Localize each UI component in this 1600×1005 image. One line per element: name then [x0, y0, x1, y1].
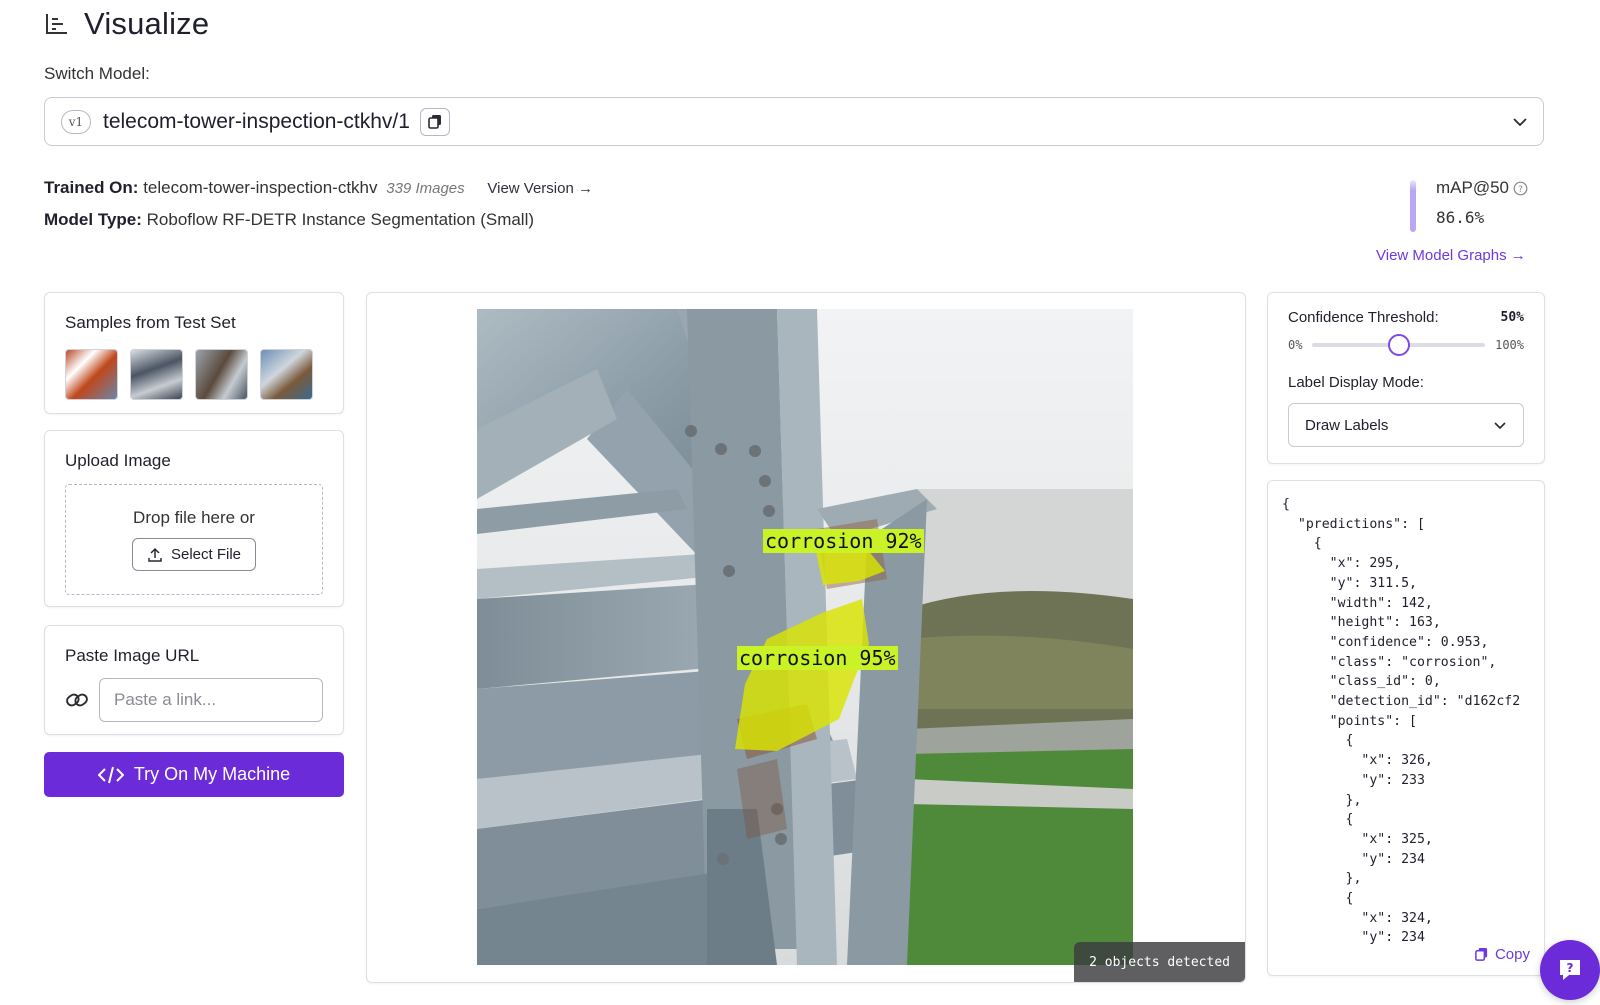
map-label: mAP@50	[1436, 178, 1510, 197]
copy-model-button[interactable]	[419, 107, 450, 136]
image-viewer: corrosion 92% corrosion 95% 2 objects de…	[366, 292, 1246, 983]
model-type-row: Model Type: Roboflow RF-DETR Instance Se…	[44, 204, 593, 235]
sample-thumbnail[interactable]	[195, 349, 248, 400]
view-version-label: View Version	[487, 180, 574, 197]
confidence-value: 50%	[1500, 310, 1524, 325]
model-type-label: Model Type:	[44, 210, 142, 229]
chat-help-icon: ?	[1560, 960, 1580, 980]
slider-handle[interactable]	[1387, 334, 1410, 356]
image-url-input[interactable]	[99, 678, 323, 722]
samples-title: Samples from Test Set	[65, 313, 236, 332]
samples-card: Samples from Test Set	[44, 292, 344, 414]
trained-on-label: Trained On:	[44, 178, 139, 197]
trained-on-row: Trained On: telecom-tower-inspection-ctk…	[44, 172, 593, 204]
chart-icon	[46, 14, 67, 34]
image-count: 339 Images	[386, 180, 465, 197]
controls-card: Confidence Threshold: 50% 0% 100% Label …	[1267, 292, 1545, 464]
help-circle-icon[interactable]: ?	[1513, 181, 1528, 196]
url-row	[65, 678, 323, 722]
sample-thumbnail[interactable]	[260, 349, 313, 400]
copy-label: Copy	[1494, 946, 1530, 963]
graphs-link-label: View Model Graphs	[1376, 247, 1507, 264]
label-mode-label: Label Display Mode:	[1288, 374, 1424, 391]
confidence-label: Confidence Threshold:	[1288, 309, 1439, 326]
paste-url-title: Paste Image URL	[65, 646, 200, 665]
switch-model-label: Switch Model:	[44, 64, 150, 83]
drop-text: Drop file here or	[133, 508, 255, 527]
file-dropzone[interactable]: Drop file here or Select File	[65, 484, 323, 595]
detection-label: corrosion 95%	[737, 646, 898, 670]
chevron-down-icon	[1494, 422, 1506, 430]
copy-json-button[interactable]: Copy	[1467, 946, 1530, 963]
model-info: Trained On: telecom-tower-inspection-ctk…	[44, 172, 593, 235]
inference-image: corrosion 92% corrosion 95%	[477, 309, 1133, 965]
confidence-slider[interactable]	[1312, 334, 1486, 356]
slider-max-label: 100%	[1495, 338, 1524, 352]
page-header: Visualize	[44, 6, 209, 42]
help-chat-button[interactable]: ?	[1540, 940, 1600, 1000]
map-title: mAP@50 ?	[1436, 178, 1528, 198]
trained-on-value: telecom-tower-inspection-ctkhv	[143, 178, 378, 197]
map-value: 86.6%	[1436, 208, 1485, 227]
svg-text:?: ?	[1518, 185, 1523, 195]
sample-thumbnail[interactable]	[65, 349, 118, 400]
model-type-value: Roboflow RF-DETR Instance Segmentation (…	[146, 210, 535, 229]
copy-icon	[428, 114, 441, 129]
version-badge: v1	[61, 109, 91, 134]
model-name: telecom-tower-inspection-ctkhv/1	[103, 109, 410, 133]
upload-title: Upload Image	[65, 451, 171, 470]
paste-url-card: Paste Image URL	[44, 625, 344, 735]
try-on-my-machine-button[interactable]: Try On My Machine	[44, 752, 344, 797]
confidence-slider-row: 0% 100%	[1288, 334, 1524, 356]
sample-thumbnails	[65, 349, 323, 400]
upload-icon	[148, 547, 162, 562]
try-button-label: Try On My Machine	[133, 764, 291, 784]
slider-min-label: 0%	[1288, 338, 1303, 352]
confidence-row: Confidence Threshold: 50%	[1288, 309, 1524, 326]
label-mode-value: Draw Labels	[1305, 416, 1389, 434]
view-version-link[interactable]: View Version →	[487, 180, 593, 197]
copy-icon	[1475, 947, 1488, 961]
svg-text:?: ?	[1567, 961, 1574, 975]
map-metric: mAP@50 ? 86.6%	[1410, 178, 1550, 234]
json-output-card: { "predictions": [ { "x": 295, "y": 311.…	[1267, 480, 1545, 976]
model-select[interactable]: v1 telecom-tower-inspection-ctkhv/1	[44, 97, 1544, 146]
objects-detected-badge: 2 objects detected	[1074, 942, 1245, 982]
select-file-label: Select File	[170, 546, 242, 563]
arrow-right-icon: →	[1510, 247, 1526, 264]
json-output[interactable]: { "predictions": [ { "x": 295, "y": 311.…	[1282, 495, 1544, 948]
tower-photo	[477, 309, 1133, 965]
view-model-graphs-link[interactable]: View Model Graphs →	[1376, 247, 1526, 264]
link-icon	[66, 693, 88, 707]
page-title: Visualize	[84, 6, 210, 41]
label-mode-select[interactable]: Draw Labels	[1288, 403, 1524, 447]
metric-bar	[1410, 180, 1416, 232]
select-file-button[interactable]: Select File	[131, 538, 257, 571]
arrow-right-icon: →	[578, 180, 593, 197]
upload-card: Upload Image Drop file here or Select Fi…	[44, 430, 344, 607]
detection-label: corrosion 92%	[763, 529, 924, 553]
code-icon	[97, 766, 124, 783]
sample-thumbnail[interactable]	[130, 349, 183, 400]
chevron-down-icon	[1513, 117, 1527, 126]
